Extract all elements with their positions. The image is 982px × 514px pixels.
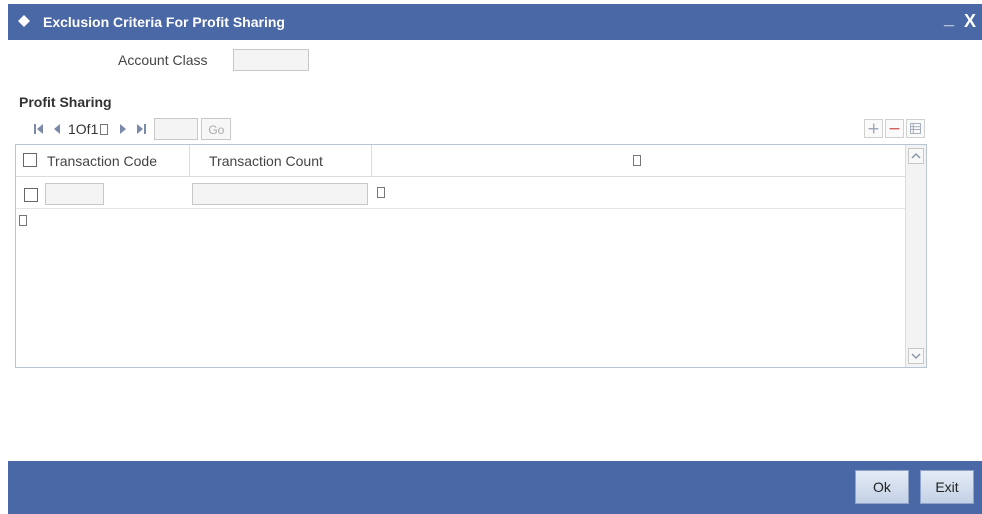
first-page-icon[interactable]	[34, 122, 44, 136]
page-number-input[interactable]	[154, 118, 199, 140]
page-indicator: 1Of1	[68, 121, 99, 137]
column-header-transaction-count: Transaction Count	[209, 153, 323, 169]
add-row-icon[interactable]	[864, 119, 883, 138]
view-rows-icon[interactable]	[906, 119, 925, 138]
placeholder-glyph-icon	[19, 215, 27, 226]
last-page-icon[interactable]	[136, 122, 147, 136]
grid-header: Transaction Code Transaction Count	[16, 145, 906, 177]
vertical-scrollbar[interactable]	[905, 145, 926, 367]
profit-sharing-grid: Transaction Code Transaction Count	[15, 144, 927, 368]
placeholder-glyph-icon	[100, 123, 109, 135]
previous-page-icon[interactable]	[52, 122, 62, 136]
exit-button[interactable]: Exit	[920, 470, 974, 504]
placeholder-glyph-icon	[377, 187, 385, 198]
account-class-input[interactable]	[233, 49, 309, 71]
section-title: Profit Sharing	[19, 94, 112, 110]
title-bar: Exclusion Criteria For Profit Sharing _ …	[8, 4, 982, 40]
select-all-checkbox[interactable]	[23, 153, 37, 167]
transaction-count-input[interactable]	[192, 183, 368, 205]
scroll-up-icon[interactable]	[908, 148, 924, 164]
account-class-label: Account Class	[118, 52, 208, 68]
ok-button[interactable]: Ok	[855, 470, 909, 504]
pager: 1Of1 Go	[34, 117, 232, 141]
delete-row-icon[interactable]	[885, 119, 904, 138]
diamond-icon	[18, 15, 30, 27]
grid-toolbar	[864, 119, 925, 138]
scroll-down-icon[interactable]	[908, 348, 924, 364]
minimize-icon[interactable]: _	[944, 8, 954, 29]
row-checkbox[interactable]	[24, 188, 38, 202]
close-icon[interactable]: X	[964, 11, 976, 32]
next-page-icon[interactable]	[118, 122, 128, 136]
column-header-transaction-code: Transaction Code	[47, 153, 157, 169]
dialog-window: Exclusion Criteria For Profit Sharing _ …	[8, 0, 982, 514]
footer-bar: Ok Exit	[8, 461, 982, 514]
placeholder-glyph-icon	[633, 155, 641, 166]
go-button[interactable]: Go	[201, 118, 232, 140]
transaction-code-input[interactable]	[45, 183, 104, 205]
window-title: Exclusion Criteria For Profit Sharing	[43, 14, 285, 30]
